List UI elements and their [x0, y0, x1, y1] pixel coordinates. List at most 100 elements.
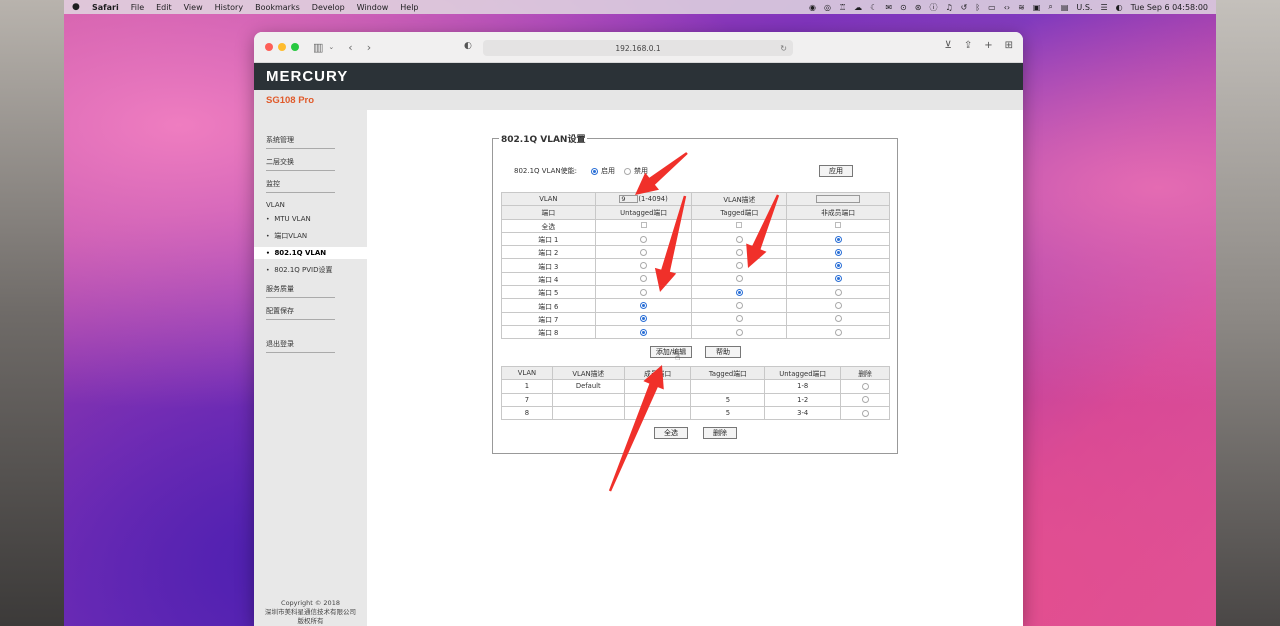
- control-center-icon[interactable]: ☰: [1100, 3, 1107, 12]
- port-nonmember-radio[interactable]: [834, 288, 842, 296]
- close-window-button[interactable]: [265, 43, 273, 51]
- battery-icon[interactable]: ▭: [988, 3, 996, 12]
- forward-icon[interactable]: ›: [367, 41, 371, 54]
- menu-safari[interactable]: Safari: [92, 3, 119, 12]
- vlan-delete-radio[interactable]: [861, 409, 869, 417]
- port-nonmember-radio[interactable]: [834, 235, 842, 243]
- delete-button[interactable]: 删除: [703, 427, 737, 439]
- apply-button[interactable]: 应用: [819, 165, 853, 177]
- enable-on-radio[interactable]: [591, 167, 599, 175]
- port-nonmember-radio[interactable]: [834, 328, 842, 336]
- port-untagged-radio[interactable]: [640, 288, 648, 296]
- vlan-delete-radio[interactable]: [861, 382, 869, 390]
- vlan-list-delete-cell: [840, 405, 890, 421]
- back-icon[interactable]: ‹: [348, 41, 352, 54]
- sidebar-toggle-icon[interactable]: ▥: [313, 41, 323, 54]
- port-untagged-radio[interactable]: [640, 315, 648, 323]
- select-all-nonmember-checkbox[interactable]: [835, 221, 842, 228]
- nav-system[interactable]: 系统管理: [254, 132, 367, 149]
- moon-icon[interactable]: ☾: [870, 3, 877, 12]
- cloud-icon[interactable]: ☁: [854, 3, 862, 12]
- display-icon[interactable]: ▣: [1033, 3, 1041, 12]
- nav-monitor[interactable]: 监控: [254, 176, 367, 193]
- select-all-untagged-checkbox[interactable]: [640, 221, 647, 228]
- help-button[interactable]: 帮助: [705, 346, 741, 358]
- menu-develop[interactable]: Develop: [312, 3, 345, 12]
- port-nonmember-radio[interactable]: [834, 302, 842, 310]
- menu-history[interactable]: History: [215, 3, 243, 12]
- port-tagged-radio[interactable]: [735, 275, 743, 283]
- lock-icon[interactable]: ♖: [839, 3, 846, 12]
- bluetooth-icon[interactable]: ᛒ: [975, 3, 980, 12]
- select-all-button[interactable]: 全选: [654, 427, 688, 439]
- port-nonmember-radio[interactable]: [834, 315, 842, 323]
- record-icon[interactable]: ◉: [809, 3, 816, 12]
- nav-pvid[interactable]: • 802.1Q PVID设置: [254, 263, 367, 277]
- port-tagged-radio[interactable]: [735, 248, 743, 256]
- search-icon[interactable]: ⌕: [1048, 2, 1052, 12]
- port-nonmember-radio[interactable]: [834, 248, 842, 256]
- menu-file[interactable]: File: [131, 3, 144, 12]
- port-tagged-radio[interactable]: [735, 328, 743, 336]
- input-source-icon[interactable]: ▤: [1061, 3, 1069, 12]
- enable-off-option[interactable]: 禁用: [624, 166, 648, 176]
- minimize-window-button[interactable]: [278, 43, 286, 51]
- wifi-icon[interactable]: ≋: [1018, 3, 1025, 12]
- port-tagged-radio[interactable]: [735, 315, 743, 323]
- port-nonmember-radio[interactable]: [834, 275, 842, 283]
- nav-save-config[interactable]: 配置保存: [254, 303, 367, 320]
- info-icon[interactable]: ⓘ: [929, 2, 937, 13]
- chevron-down-icon[interactable]: ⌄: [328, 43, 334, 51]
- tab-overview-icon[interactable]: ⊞: [1005, 40, 1013, 51]
- target-icon[interactable]: ⊙: [900, 3, 907, 12]
- port-tagged-radio[interactable]: [735, 288, 743, 296]
- port-tagged-radio[interactable]: [735, 262, 743, 270]
- nav-logout[interactable]: 退出登录: [254, 336, 367, 353]
- nav-dot1q-vlan[interactable]: • 802.1Q VLAN: [254, 247, 367, 259]
- downloads-icon[interactable]: ⊻: [945, 40, 952, 51]
- nav-vlan[interactable]: VLAN: [254, 198, 367, 211]
- headphones-icon[interactable]: ♫: [945, 3, 952, 12]
- zoom-window-button[interactable]: [291, 43, 299, 51]
- siri-icon[interactable]: ◐: [1116, 3, 1123, 12]
- menu-edit[interactable]: Edit: [156, 3, 172, 12]
- port-untagged-radio[interactable]: [640, 328, 648, 336]
- address-bar[interactable]: 192.168.0.1 ↻: [483, 40, 793, 56]
- share-icon[interactable]: ⇪: [964, 40, 972, 51]
- clock[interactable]: Tue Sep 6 04:58:00: [1131, 3, 1208, 12]
- new-tab-icon[interactable]: +: [984, 40, 992, 51]
- vlan-delete-radio[interactable]: [861, 396, 869, 404]
- port-untagged-radio[interactable]: [640, 275, 648, 283]
- nav-mtu-vlan[interactable]: • MTU VLAN: [254, 213, 367, 225]
- port-untagged-radio[interactable]: [640, 302, 648, 310]
- play-icon[interactable]: ⊛: [915, 3, 922, 12]
- select-all-tagged-checkbox[interactable]: [736, 221, 743, 228]
- vpn-icon[interactable]: ◎: [824, 3, 831, 12]
- port-untagged-radio[interactable]: [640, 248, 648, 256]
- menu-help[interactable]: Help: [400, 3, 418, 12]
- vlan-id-input[interactable]: 9: [619, 195, 639, 204]
- add-edit-button[interactable]: 添加/编辑: [650, 346, 692, 358]
- port-nonmember-radio[interactable]: [834, 262, 842, 270]
- port-tagged-radio[interactable]: [735, 302, 743, 310]
- nav-qos[interactable]: 服务质量: [254, 281, 367, 298]
- port-untagged-radio[interactable]: [640, 235, 648, 243]
- menu-view[interactable]: View: [184, 3, 203, 12]
- menu-window[interactable]: Window: [357, 3, 389, 12]
- reload-icon[interactable]: ↻: [780, 44, 787, 53]
- nav-port-vlan[interactable]: • 端口VLAN: [254, 229, 367, 243]
- privacy-shield-icon[interactable]: ◐: [464, 41, 472, 51]
- code-icon[interactable]: ‹›: [1004, 3, 1010, 12]
- vlan-desc-input[interactable]: [816, 195, 861, 204]
- port-untagged-radio[interactable]: [640, 262, 648, 270]
- wechat-icon[interactable]: ✉: [885, 3, 892, 12]
- port-tagged-radio[interactable]: [735, 235, 743, 243]
- vlan-id-label: VLAN: [501, 191, 596, 207]
- enable-on-option[interactable]: 启用: [591, 166, 615, 176]
- apple-menu-icon[interactable]: ●: [72, 2, 82, 12]
- enable-off-radio[interactable]: [624, 167, 632, 175]
- menu-bookmarks[interactable]: Bookmarks: [255, 3, 300, 12]
- nav-l2-switching[interactable]: 二层交换: [254, 154, 367, 171]
- time-machine-icon[interactable]: ↺: [961, 3, 968, 12]
- input-source-label[interactable]: U.S.: [1076, 3, 1092, 12]
